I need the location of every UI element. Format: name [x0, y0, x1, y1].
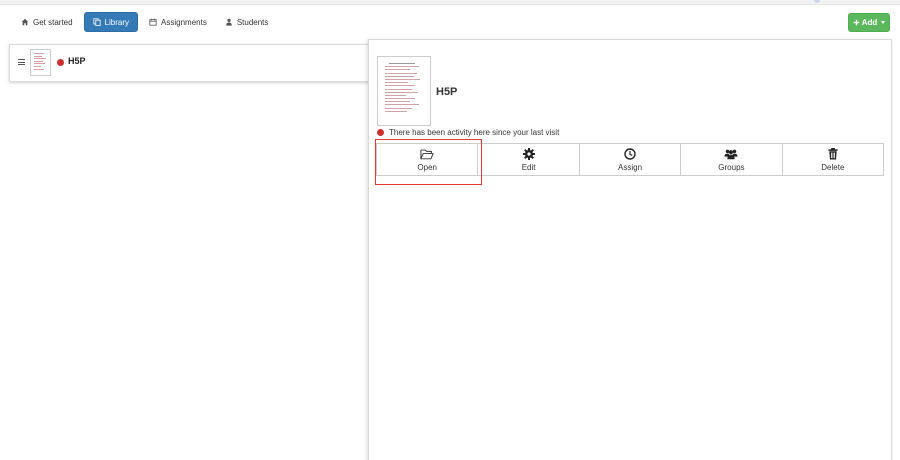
calendar-icon	[149, 18, 157, 26]
detail-title: H5P	[436, 86, 458, 98]
thumbnail-small	[30, 49, 51, 76]
thumbnail-large	[377, 56, 431, 126]
copy-icon	[92, 18, 101, 26]
chevron-down-icon	[881, 21, 886, 24]
nav-library[interactable]: Library	[83, 12, 139, 32]
open-button[interactable]: Open	[377, 144, 479, 175]
add-button[interactable]: Add	[848, 13, 890, 32]
edit-button[interactable]: Edit	[478, 144, 580, 175]
nav-get-started-label: Get started	[33, 17, 73, 27]
users-icon	[724, 149, 738, 159]
nav-get-started[interactable]: Get started	[14, 12, 80, 32]
nav-students-label: Students	[236, 17, 269, 27]
add-button-label: Add	[861, 18, 878, 27]
groups-button[interactable]: Groups	[681, 144, 783, 175]
clock-icon	[624, 147, 636, 160]
nav-assignments-label: Assignments	[161, 17, 207, 27]
list-item[interactable]: H5P	[9, 44, 370, 82]
delete-button[interactable]: Delete	[782, 144, 884, 175]
nav-students[interactable]: Students	[218, 12, 276, 32]
gear-icon	[522, 147, 535, 160]
edit-label: Edit	[521, 162, 536, 172]
home-icon	[21, 18, 29, 26]
list-item-title: H5P	[68, 56, 86, 66]
user-icon	[226, 18, 232, 26]
delete-label: Delete	[821, 162, 845, 172]
top-bar	[0, 0, 900, 5]
trash-icon	[828, 147, 838, 160]
open-label: Open	[417, 162, 437, 172]
assign-button[interactable]: Assign	[579, 144, 682, 175]
main-nav: Get started Library Assignments Students	[14, 12, 275, 32]
activity-dot	[377, 129, 384, 136]
activity-notice: There has been activity here since your …	[377, 128, 559, 137]
nav-assignments[interactable]: Assignments	[142, 12, 214, 32]
nav-library-label: Library	[104, 17, 130, 27]
groups-label: Groups	[718, 162, 745, 172]
drag-handle-icon[interactable]	[18, 59, 25, 67]
activity-text: There has been activity here since your …	[389, 128, 560, 137]
status-dot	[57, 59, 64, 66]
detail-panel: H5P There has been activity here since y…	[368, 39, 892, 460]
plus-icon	[853, 19, 860, 26]
folder-open-icon	[420, 149, 434, 159]
assign-label: Assign	[618, 162, 643, 172]
action-bar: Open Edit Assign Groups Delete	[376, 143, 884, 176]
